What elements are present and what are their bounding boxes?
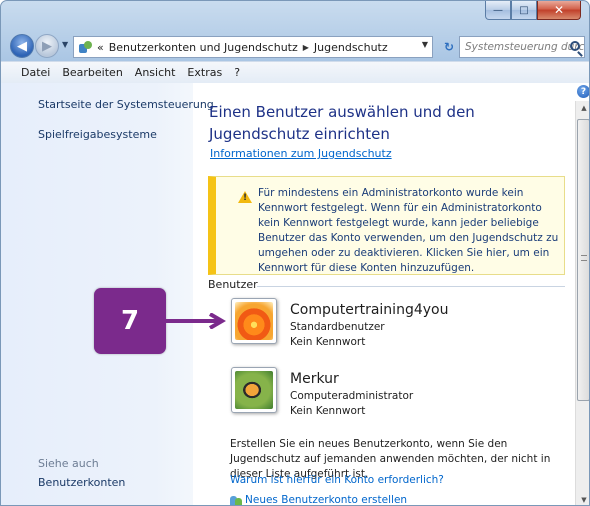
page-title: Einen Benutzer auswählen und den Jugends… [209,103,475,143]
back-button[interactable]: ◀ [10,34,34,58]
flower-user-picture [235,302,273,340]
user-tile-merkur[interactable] [231,367,277,413]
butterfly-user-picture [235,371,273,409]
parental-controls-info-link[interactable]: Informationen zum Jugendschutz [210,147,392,160]
refresh-button[interactable]: ↻ [439,36,459,58]
help-icon[interactable]: ? [577,85,589,98]
user-type-computertraining4you: Standardbenutzer [290,321,385,333]
create-new-account-link[interactable]: Neues Benutzerkonto erstellen [230,494,407,505]
content-area: Startseite der Systemsteuerung Spielfrei… [1,83,589,505]
caption-buttons: — □ ✕ [485,1,581,21]
address-dropdown-icon[interactable]: ▼ [422,40,428,49]
grip-icon [581,255,587,261]
create-new-account-label[interactable]: Neues Benutzerkonto erstellen [245,494,407,505]
scroll-down-icon[interactable]: ▼ [576,493,589,505]
warning-icon [238,191,252,203]
user-password-merkur: Kein Kennwort [290,405,366,417]
breadcrumb-overflow[interactable]: « [97,41,104,54]
user-name-merkur[interactable]: Merkur [290,371,339,387]
user-tile-computertraining4you[interactable] [231,298,277,344]
breadcrumb-parental-controls[interactable]: Jugendschutz [314,41,388,54]
arrow-right-icon: ▶ [42,38,52,54]
title-bar: — □ ✕ [1,1,589,31]
sidebar-link-game-rating-systems[interactable]: Spielfreigabesysteme [38,128,157,141]
search-placeholder: Systemsteuerung durc... [465,41,585,53]
main-panel: Einen Benutzer auswählen und den Jugends… [193,83,575,505]
address-bar[interactable]: « Benutzerkonten und Jugendschutz ▶ Juge… [73,36,433,58]
menu-bar: Datei Bearbeiten Ansicht Extras ? [1,61,589,83]
user-name-computertraining4you[interactable]: Computertraining4you [290,302,448,318]
callout-arrow-icon [166,313,226,329]
scroll-up-icon[interactable]: ▲ [576,101,589,115]
arrow-left-icon: ◀ [17,38,27,54]
sidebar-link-user-accounts[interactable]: Benutzerkonten [38,476,125,489]
minimize-button[interactable]: — [485,1,511,20]
scroll-thumb[interactable] [577,119,589,401]
step-number-badge: 7 [94,288,166,354]
breadcrumb-user-accounts[interactable]: Benutzerkonten und Jugendschutz [109,41,298,54]
warning-text: Für mindestens ein Administratorkonto wu… [258,187,559,274]
no-password-warning[interactable]: Für mindestens ein Administratorkonto wu… [208,176,565,275]
search-input[interactable]: Systemsteuerung durc... [459,36,585,58]
users-group-divider [257,286,565,287]
menu-help[interactable]: ? [234,66,240,79]
users-group-label: Benutzer [208,278,262,291]
maximize-button[interactable]: □ [511,1,537,20]
refresh-icon: ↻ [443,40,455,54]
explorer-window: — □ ✕ ◀ ▶ ▼ « Benutzerkonten und Jugends… [0,0,590,506]
vertical-scrollbar[interactable]: ▲ ▼ [575,101,589,505]
user-type-merkur: Computeradministrator [290,390,414,402]
control-panel-icon [78,40,93,55]
close-button[interactable]: ✕ [537,1,581,20]
users-icon [230,495,243,505]
user-password-computertraining4you: Kein Kennwort [290,336,366,348]
menu-view[interactable]: Ansicht [135,66,176,79]
menu-tools[interactable]: Extras [187,66,222,79]
forward-button[interactable]: ▶ [35,34,59,58]
breadcrumb-separator-icon[interactable]: ▶ [303,43,309,52]
see-also-label: Siehe auch [38,457,99,470]
navigation-bar: ◀ ▶ ▼ « Benutzerkonten und Jugendschutz … [1,31,589,61]
menu-edit[interactable]: Bearbeiten [62,66,122,79]
sidebar-link-control-panel-home[interactable]: Startseite der Systemsteuerung [38,98,214,111]
recent-pages-dropdown[interactable]: ▼ [62,40,68,49]
why-account-required-link[interactable]: Warum ist hierfür ein Konto erforderlich… [230,474,444,486]
menu-file[interactable]: Datei [21,66,50,79]
search-icon[interactable] [570,41,580,51]
